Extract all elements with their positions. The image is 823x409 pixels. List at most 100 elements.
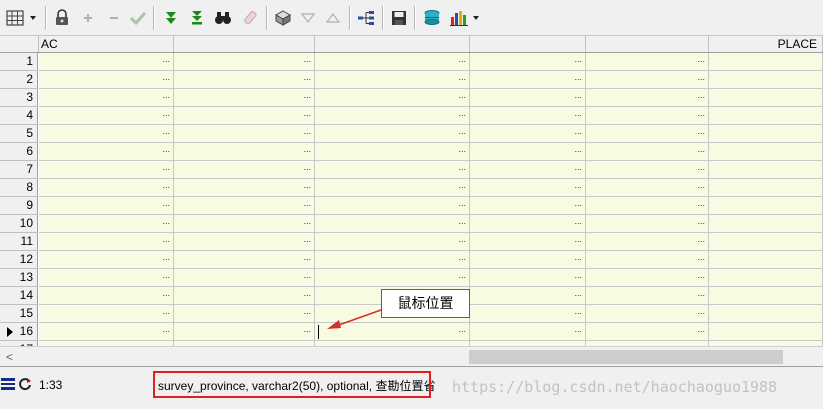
cell-ellipsis-button[interactable]: ... xyxy=(162,108,170,118)
table-cell[interactable]: ... xyxy=(470,179,586,197)
table-cell[interactable]: ... xyxy=(470,233,586,251)
table-cell[interactable] xyxy=(709,107,823,125)
table-row[interactable]: 11............... xyxy=(0,233,823,251)
table-cell[interactable]: ... xyxy=(470,323,586,341)
table-cell[interactable] xyxy=(709,323,823,341)
scroll-left-icon[interactable]: < xyxy=(6,351,13,363)
cell-ellipsis-button[interactable]: ... xyxy=(162,270,170,280)
cell-ellipsis-button[interactable]: ... xyxy=(303,288,311,298)
cell-ellipsis-button[interactable]: ... xyxy=(162,234,170,244)
table-cell[interactable] xyxy=(709,53,823,71)
column-header[interactable] xyxy=(315,36,470,52)
table-cell[interactable]: ... xyxy=(586,215,709,233)
table-cell[interactable]: ... xyxy=(174,125,315,143)
cell-ellipsis-button[interactable]: ... xyxy=(458,54,466,64)
cell-ellipsis-button[interactable]: ... xyxy=(162,162,170,172)
row-number[interactable]: 5 xyxy=(0,125,38,143)
table-cell[interactable]: ... xyxy=(174,287,315,305)
table-cell[interactable]: ... xyxy=(470,125,586,143)
table-cell[interactable]: ... xyxy=(174,215,315,233)
table-cell[interactable] xyxy=(709,89,823,107)
cell-ellipsis-button[interactable]: ... xyxy=(458,90,466,100)
table-cell[interactable]: ... xyxy=(470,71,586,89)
cell-ellipsis-button[interactable]: ... xyxy=(574,198,582,208)
cell-ellipsis-button[interactable]: ... xyxy=(574,54,582,64)
table-cell[interactable]: ... xyxy=(39,251,174,269)
table-cell[interactable]: ... xyxy=(315,107,470,125)
table-cell[interactable]: ... xyxy=(315,125,470,143)
filter-up-icon[interactable] xyxy=(322,7,344,29)
table-cell[interactable] xyxy=(709,143,823,161)
table-cell[interactable] xyxy=(709,179,823,197)
cell-ellipsis-button[interactable]: ... xyxy=(303,126,311,136)
table-row[interactable]: 2............... xyxy=(0,71,823,89)
cell-ellipsis-button[interactable]: ... xyxy=(162,216,170,226)
row-number[interactable]: 14 xyxy=(0,287,38,305)
cell-ellipsis-button[interactable]: ... xyxy=(574,288,582,298)
table-cell[interactable]: ... xyxy=(39,179,174,197)
table-cell[interactable]: ... xyxy=(174,143,315,161)
table-cell[interactable]: ... xyxy=(315,197,470,215)
table-cell[interactable]: ... xyxy=(315,269,470,287)
cell-ellipsis-button[interactable]: ... xyxy=(303,162,311,172)
table-cell[interactable]: ... xyxy=(315,233,470,251)
cell-ellipsis-button[interactable]: ... xyxy=(458,180,466,190)
table-cell[interactable]: ... xyxy=(174,161,315,179)
filter-down-icon[interactable] xyxy=(297,7,319,29)
table-cell[interactable]: ... xyxy=(470,89,586,107)
cell-ellipsis-button[interactable]: ... xyxy=(697,90,705,100)
table-cell[interactable]: ... xyxy=(470,161,586,179)
row-number[interactable]: 1 xyxy=(0,53,38,71)
cell-ellipsis-button[interactable]: ... xyxy=(697,108,705,118)
grid-menu-icon[interactable] xyxy=(4,7,40,29)
table-cell[interactable]: ... xyxy=(315,143,470,161)
query-icon[interactable] xyxy=(272,7,294,29)
refresh-icon[interactable] xyxy=(18,377,32,391)
cell-ellipsis-button[interactable]: ... xyxy=(303,180,311,190)
cell-ellipsis-button[interactable]: ... xyxy=(574,306,582,316)
table-row[interactable]: 16............... xyxy=(0,323,823,341)
cell-ellipsis-button[interactable]: ... xyxy=(458,108,466,118)
table-row[interactable]: 12............... xyxy=(0,251,823,269)
table-cell[interactable] xyxy=(709,197,823,215)
cell-ellipsis-button[interactable]: ... xyxy=(574,270,582,280)
column-header[interactable] xyxy=(470,36,586,52)
table-row[interactable]: 9............... xyxy=(0,197,823,215)
table-cell[interactable]: ... xyxy=(174,269,315,287)
table-cell[interactable]: ... xyxy=(586,323,709,341)
table-cell[interactable]: ... xyxy=(470,305,586,323)
table-cell[interactable]: ... xyxy=(315,53,470,71)
row-number[interactable]: 10 xyxy=(0,215,38,233)
table-cell[interactable]: ... xyxy=(586,251,709,269)
fetch-next-icon[interactable] xyxy=(160,7,182,29)
cell-ellipsis-button[interactable]: ... xyxy=(697,306,705,316)
export-icon[interactable] xyxy=(421,7,443,29)
table-cell[interactable]: ... xyxy=(174,89,315,107)
cell-ellipsis-button[interactable]: ... xyxy=(697,180,705,190)
cell-ellipsis-button[interactable]: ... xyxy=(458,126,466,136)
table-cell[interactable]: ... xyxy=(586,305,709,323)
table-cell[interactable]: ... xyxy=(315,179,470,197)
delete-record-icon[interactable] xyxy=(103,7,125,29)
cell-ellipsis-button[interactable]: ... xyxy=(303,270,311,280)
table-cell[interactable]: ... xyxy=(586,197,709,215)
table-cell[interactable]: ... xyxy=(315,215,470,233)
table-cell[interactable]: ... xyxy=(39,125,174,143)
cell-ellipsis-button[interactable]: ... xyxy=(303,72,311,82)
horizontal-scrollbar[interactable]: < xyxy=(0,346,823,366)
table-cell[interactable]: ... xyxy=(315,71,470,89)
cell-ellipsis-button[interactable]: ... xyxy=(697,126,705,136)
table-cell[interactable]: ... xyxy=(39,53,174,71)
table-cell[interactable] xyxy=(709,269,823,287)
table-cell[interactable]: ... xyxy=(315,323,470,341)
cell-ellipsis-button[interactable]: ... xyxy=(303,216,311,226)
column-header[interactable] xyxy=(586,36,709,52)
table-cell[interactable]: ... xyxy=(470,53,586,71)
table-cell[interactable]: ... xyxy=(470,197,586,215)
cell-ellipsis-button[interactable]: ... xyxy=(697,72,705,82)
table-row[interactable]: 10............... xyxy=(0,215,823,233)
row-number[interactable]: 11 xyxy=(0,233,38,251)
table-cell[interactable]: ... xyxy=(174,179,315,197)
cell-ellipsis-button[interactable]: ... xyxy=(162,90,170,100)
cell-ellipsis-button[interactable]: ... xyxy=(303,198,311,208)
